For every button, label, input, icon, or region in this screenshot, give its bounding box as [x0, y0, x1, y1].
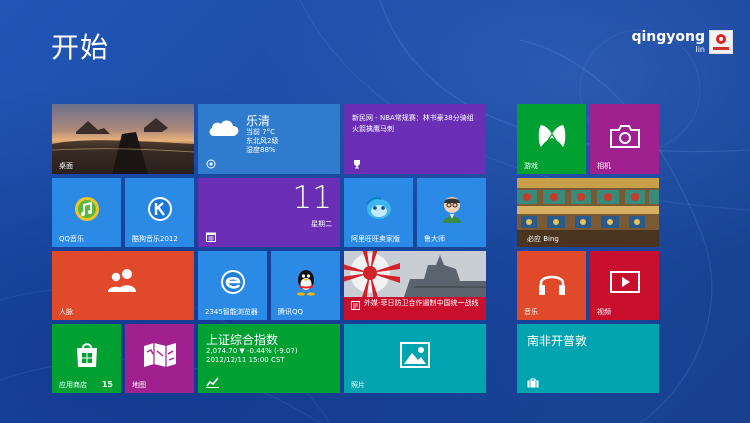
ludashi-icon — [442, 197, 461, 224]
tile-desktop[interactable]: 桌面 — [52, 104, 194, 174]
user-last-name: lin — [695, 45, 705, 54]
headphones-icon — [538, 275, 565, 296]
tile-photos[interactable]: 照片 — [344, 324, 486, 393]
user-names: qingyong lin — [631, 30, 705, 54]
video-play-icon — [609, 271, 640, 294]
tile-label: 阿里旺旺卖家版 — [351, 235, 400, 243]
tile-2345-browser[interactable]: 2345智能浏览器 — [198, 251, 267, 320]
photo-icon — [400, 342, 430, 369]
news-photo-image — [344, 251, 486, 297]
kugou-icon — [147, 197, 172, 222]
tile-calendar[interactable]: 11 星期二 — [198, 178, 340, 247]
tile-label: 桌面 — [59, 162, 73, 170]
tile-qq-music[interactable]: QQ音乐 — [52, 178, 121, 247]
tile-label: 鲁大师 — [424, 235, 445, 243]
tile-label: 视频 — [597, 308, 611, 316]
tile-label: 照片 — [351, 381, 365, 389]
calendar-weekday: 星期二 — [311, 220, 332, 228]
tile-maps[interactable]: 地图 — [125, 324, 194, 393]
qq-penguin-icon — [296, 270, 315, 296]
aliwangwang-icon — [365, 197, 391, 220]
calendar-icon — [206, 232, 216, 242]
tile-ludashi[interactable]: 鲁大师 — [417, 178, 486, 247]
qq-music-icon — [74, 197, 99, 222]
tile-store[interactable]: 应用商店 15 — [52, 324, 121, 393]
tile-label: 音乐 — [524, 308, 538, 316]
tile-tencent-qq[interactable]: 腾讯QQ — [271, 251, 340, 320]
stock-index-name: 上证综合指数 — [206, 333, 279, 347]
suitcase-icon — [527, 378, 539, 388]
tile-label: 酷狗音乐2012 — [132, 235, 178, 243]
avatar[interactable] — [709, 30, 733, 54]
user-first-name: qingyong — [631, 29, 705, 45]
tile-stock[interactable]: 上证综合指数 2,074.70 ▼ -0.44% (-9.07) 2012/12… — [198, 324, 340, 393]
browser-2345-icon — [220, 270, 245, 295]
weather-badge-icon — [206, 159, 216, 169]
start-title: 开始 — [51, 31, 110, 64]
news-icon — [351, 301, 360, 310]
tile-travel[interactable]: 南非开普敦 — [517, 324, 659, 393]
tile-news[interactable]: 新民网 - NBA常规赛：林书豪38分骑组火箭擒鹰马刺 — [344, 104, 486, 174]
news-photo-headline: 外媒-菲日防卫合作遏制中国统一战线 — [364, 299, 479, 307]
tile-label: 地图 — [132, 381, 146, 389]
people-icon — [108, 268, 136, 292]
cloud-icon — [209, 120, 239, 136]
tile-label: 应用商店 — [59, 381, 87, 389]
tile-aliwangwang[interactable]: 阿里旺旺卖家版 — [344, 178, 413, 247]
calendar-day-number: 11 — [292, 180, 332, 216]
tile-label: 人脉 — [59, 308, 73, 316]
desktop-wallpaper-image — [52, 118, 194, 174]
tile-label: 腾讯QQ — [278, 308, 304, 316]
travel-destination: 南非开普敦 — [527, 334, 588, 348]
tile-news-photo[interactable]: 外媒-菲日防卫合作遏制中国统一战线 — [344, 251, 486, 320]
tile-label: QQ音乐 — [59, 235, 85, 243]
news-headline: 新民网 - NBA常规赛：林书豪38分骑组火箭擒鹰马刺 — [352, 114, 474, 133]
tile-label: 相机 — [597, 162, 611, 170]
store-bag-icon — [76, 343, 97, 368]
finance-chart-icon — [206, 377, 219, 388]
tile-label: 必应 Bing — [527, 235, 559, 243]
tile-label: 2345智能浏览器 — [205, 308, 258, 316]
tile-bing[interactable]: 必应 Bing — [517, 178, 659, 247]
tile-video[interactable]: 视频 — [590, 251, 659, 320]
tile-music[interactable]: 音乐 — [517, 251, 586, 320]
tile-label: 游戏 — [524, 162, 538, 170]
xbox-icon — [538, 124, 565, 147]
tile-camera[interactable]: 相机 — [590, 104, 659, 174]
store-update-badge: 15 — [101, 380, 113, 389]
weather-humidity: 湿度88% — [246, 146, 276, 154]
tile-games[interactable]: 游戏 — [517, 104, 586, 174]
stock-timestamp: 2012/12/11 15:00 CST — [206, 356, 285, 364]
stock-index-value: 2,074.70 ▼ -0.44% (-9.07) — [206, 347, 298, 355]
tile-weather[interactable]: 乐清 当前 7°C 东北风2级 湿度88% — [198, 104, 340, 174]
tile-kugou[interactable]: 酷狗音乐2012 — [125, 178, 194, 247]
user-account[interactable]: qingyong lin — [631, 30, 733, 54]
map-icon — [143, 343, 176, 368]
trophy-icon — [354, 160, 360, 169]
tile-people[interactable]: 人脉 — [52, 251, 194, 320]
camera-icon — [609, 124, 640, 148]
